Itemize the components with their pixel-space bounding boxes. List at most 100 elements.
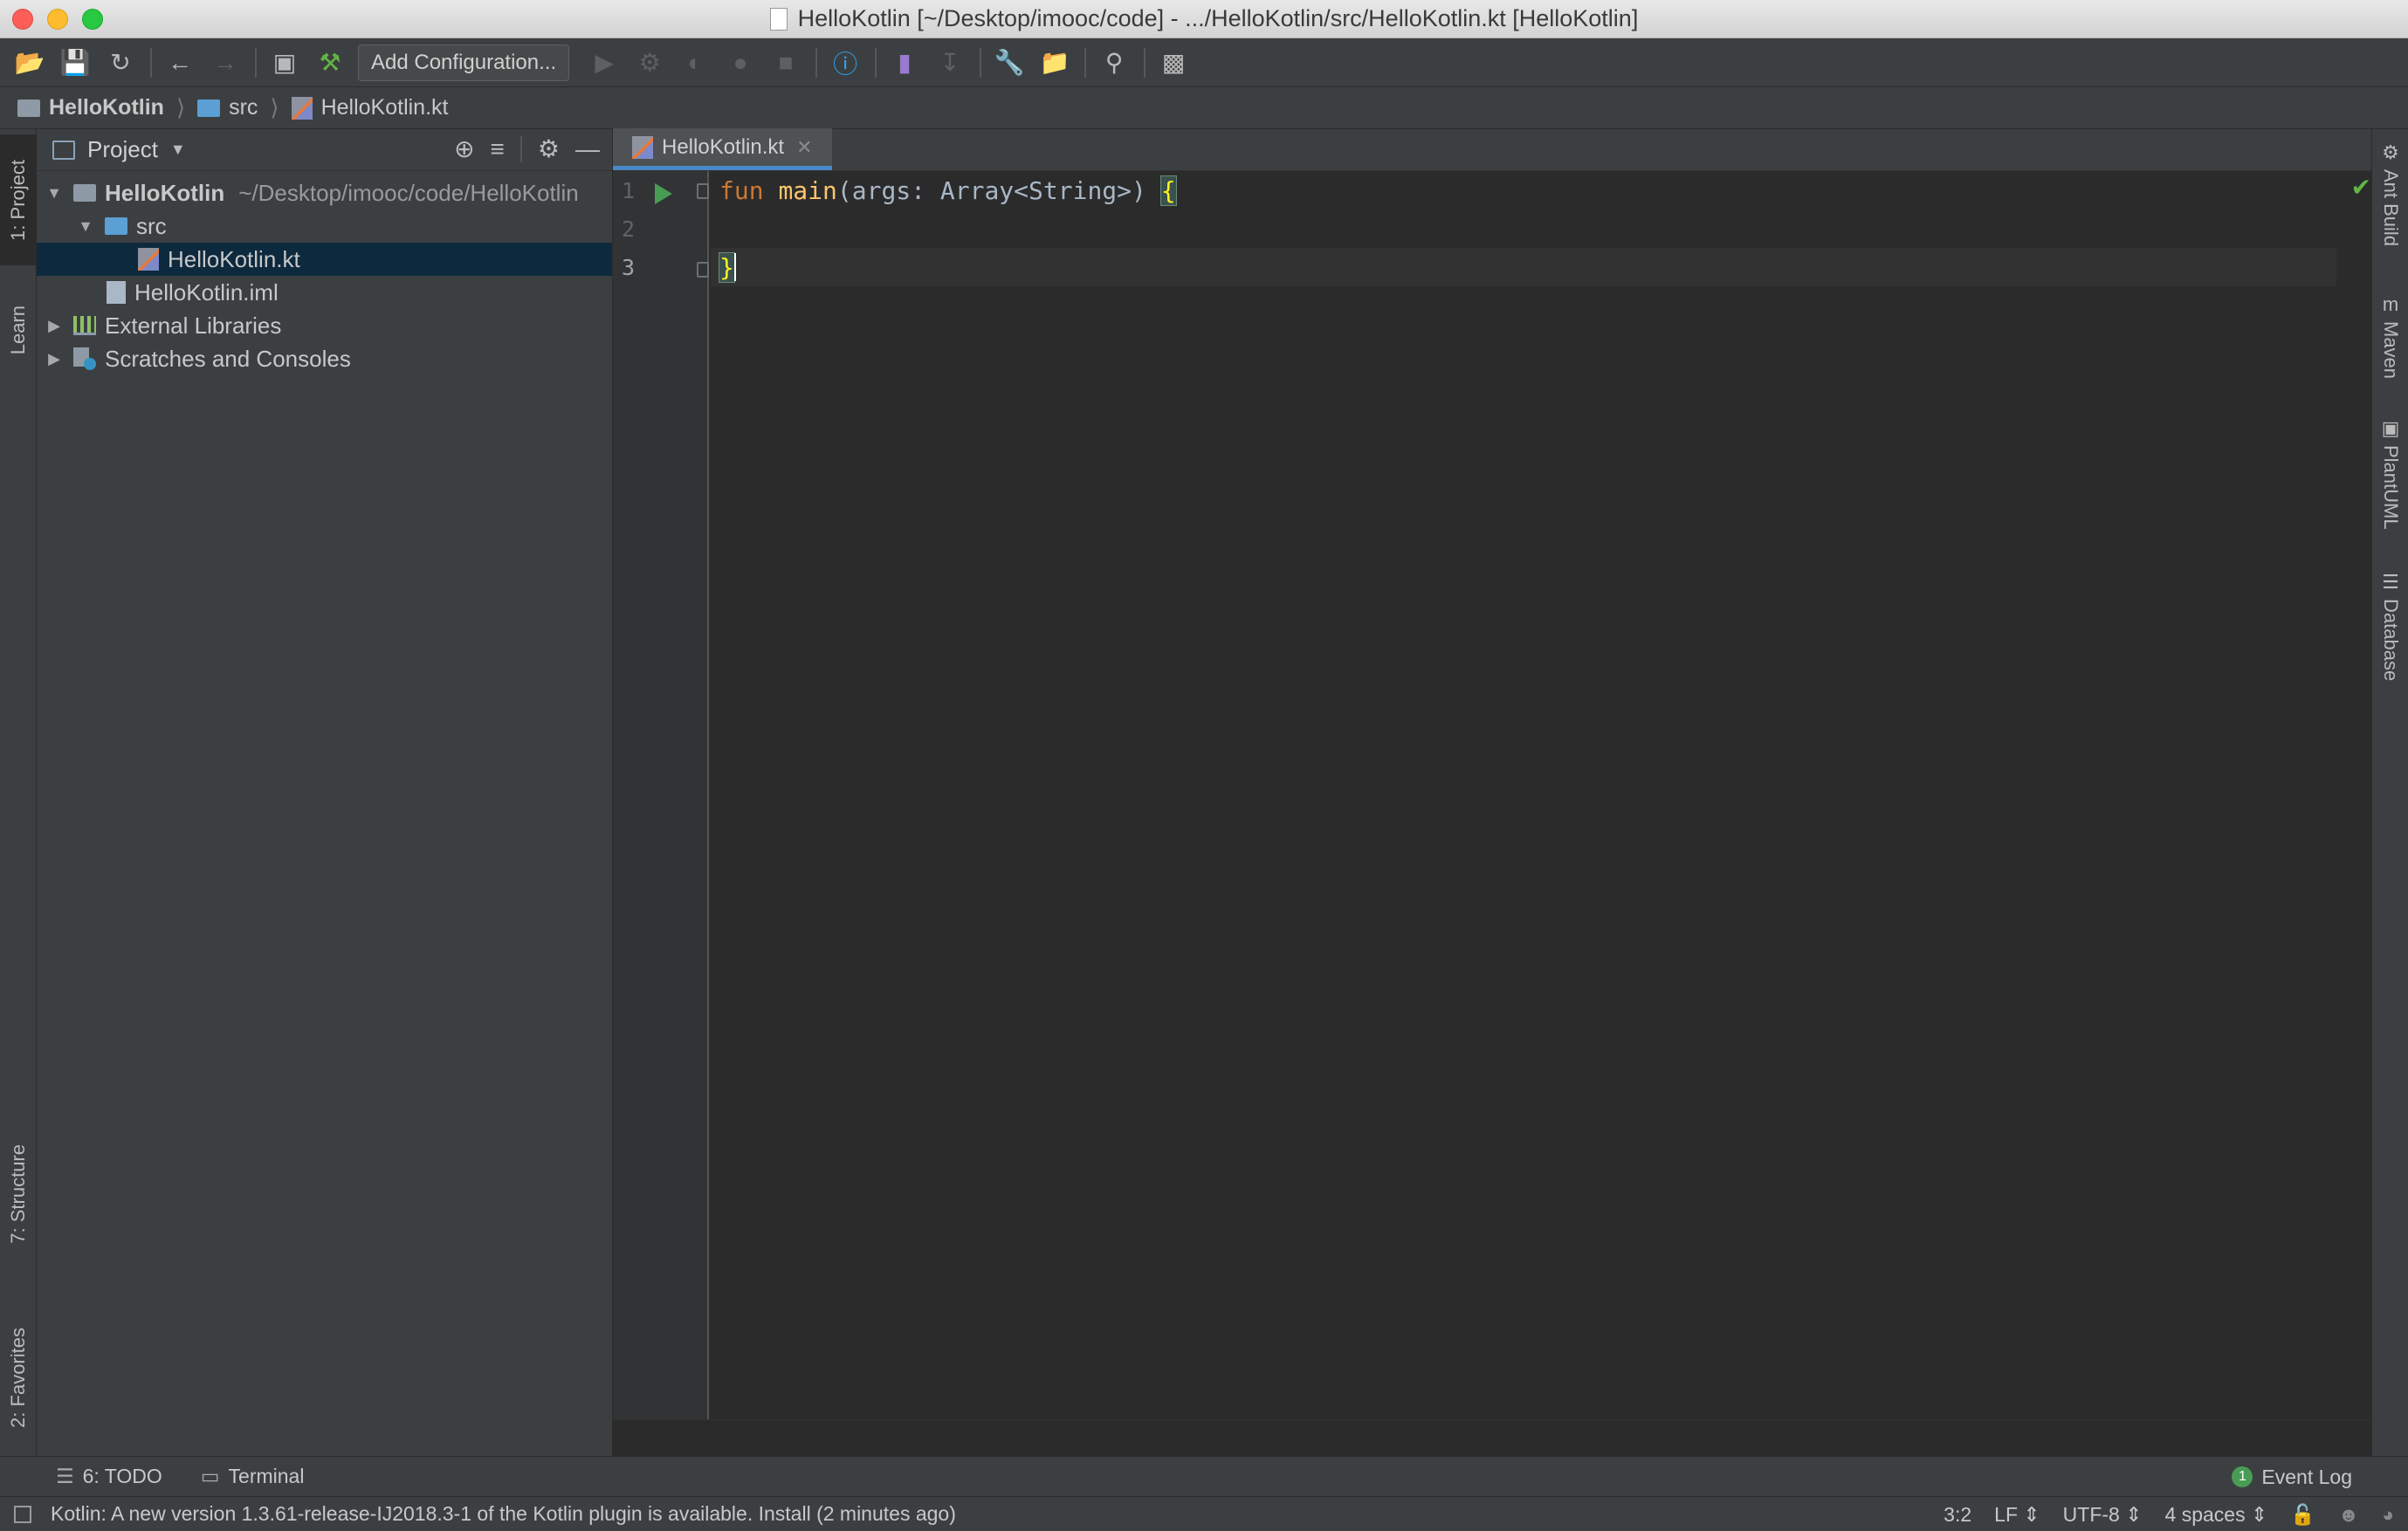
forward-icon[interactable]: → <box>208 45 243 80</box>
toolbar-separator <box>150 47 152 78</box>
expand-arrow-icon[interactable]: ▶ <box>45 317 63 335</box>
code-line-current[interactable]: } <box>711 248 2336 286</box>
open-folder-icon[interactable]: 📂 <box>12 45 47 80</box>
stop-icon[interactable]: ■ <box>768 45 803 80</box>
settings-wrench-icon[interactable]: 🔧 <box>992 45 1027 80</box>
status-message[interactable]: Kotlin: A new version 1.3.61-release-IJ2… <box>51 1502 956 1526</box>
tool-separator <box>519 135 522 162</box>
locate-file-icon[interactable]: ⊕ <box>454 134 474 163</box>
encoding-widget[interactable]: UTF-8 ⇕ <box>2063 1503 2143 1527</box>
back-icon[interactable]: ← <box>162 45 197 80</box>
download-icon[interactable]: ↧ <box>932 45 967 80</box>
lock-icon[interactable]: 🔓 <box>2290 1503 2315 1527</box>
tab-favorites[interactable]: 2: Favorites <box>0 1299 37 1456</box>
list-icon: ☰ <box>56 1465 74 1487</box>
tree-item-scratches[interactable]: ▶ Scratches and Consoles <box>37 342 612 375</box>
indent-widget[interactable]: 4 spaces ⇕ <box>2165 1503 2268 1527</box>
scratches-icon <box>73 347 96 370</box>
zoom-window-button[interactable] <box>82 9 103 30</box>
minimize-window-button[interactable] <box>47 9 68 30</box>
project-structure-icon[interactable]: ▣ <box>267 45 302 80</box>
tab-learn[interactable]: Learn <box>0 286 37 374</box>
collapse-all-icon[interactable]: ≡ <box>491 135 505 163</box>
tree-item-hellokotlin[interactable]: ▼ HelloKotlin ~/Desktop/imooc/code/Hello… <box>37 176 612 209</box>
bookmark-icon[interactable]: ▮ <box>887 45 922 80</box>
caret-position[interactable]: 3:2 <box>1944 1503 1971 1527</box>
editor-tabs: HelloKotlin.kt ✕ <box>613 128 2371 171</box>
search-icon[interactable]: ⚲ <box>1097 45 1132 80</box>
kotlin-file-icon <box>291 96 313 120</box>
debug-icon[interactable]: ⚙ <box>632 45 667 80</box>
code-content[interactable]: fun main (args: Array<String>) { } <box>711 171 2336 286</box>
run-icon[interactable]: ▶ <box>587 45 622 80</box>
tab-maven[interactable]: m Maven <box>2372 293 2408 379</box>
project-tree: ▼ HelloKotlin ~/Desktop/imooc/code/Hello… <box>37 171 612 375</box>
tab-ant-build[interactable]: ⚙ Ant Build <box>2372 141 2408 246</box>
breadcrumb-project[interactable]: HelloKotlin <box>17 95 164 120</box>
run-gutter-icon[interactable] <box>655 183 672 204</box>
project-view-icon <box>52 140 75 160</box>
gear-icon[interactable]: ⚙ <box>538 134 560 163</box>
expand-arrow-icon[interactable]: ▼ <box>45 184 63 203</box>
right-tool-strip: ⚙ Ant Build m Maven ▣ PlantUML ☰ Databas… <box>2371 129 2408 1456</box>
check-mark-icon: ✔ <box>2350 174 2371 201</box>
expand-arrow-icon[interactable]: ▶ <box>45 350 63 368</box>
chevron-down-icon[interactable]: ▼ <box>170 141 186 159</box>
kotlin-file-icon <box>138 248 159 271</box>
project-view-selector[interactable]: Project <box>87 136 158 163</box>
editor-tab-hellokotlin-kt[interactable]: HelloKotlin.kt ✕ <box>613 128 832 170</box>
tab-database[interactable]: ☰ Database <box>2372 571 2408 681</box>
build-hammer-icon[interactable]: ⚒ <box>313 45 347 80</box>
close-window-button[interactable] <box>12 9 33 30</box>
tab-structure[interactable]: 7: Structure <box>0 1124 37 1264</box>
tab-event-log[interactable]: 1 Event Log <box>2232 1457 2352 1497</box>
toggle-tool-windows-icon[interactable] <box>14 1505 31 1523</box>
toolbar-separator <box>1144 47 1146 78</box>
project-panel-tools: ⊕ ≡ ⚙ — <box>454 134 600 163</box>
project-folder-icon[interactable]: 📁 <box>1037 45 1072 80</box>
tab-project[interactable]: 1: Project <box>0 134 37 265</box>
line-separator-widget[interactable]: LF ⇕ <box>1994 1503 2040 1527</box>
tree-item-src[interactable]: ▼ src <box>37 209 612 243</box>
database-icon: ☰ <box>2382 571 2399 593</box>
toolbar-separator <box>1084 47 1087 78</box>
breadcrumb-file[interactable]: HelloKotlin.kt <box>291 95 448 120</box>
horizontal-scrollbar[interactable] <box>613 1419 2371 1456</box>
tab-todo[interactable]: ☰ 6: TODO <box>56 1465 162 1488</box>
bottom-tool-strip: ☰ 6: TODO ▭ Terminal 1 Event Log <box>0 1456 2408 1496</box>
hide-panel-icon[interactable]: — <box>575 135 600 163</box>
kotlin-file-icon <box>632 135 653 159</box>
close-icon[interactable]: ✕ <box>796 136 812 159</box>
breadcrumb-separator: ⟩ <box>270 94 279 120</box>
add-configuration-button[interactable]: Add Configuration... <box>358 44 570 81</box>
tree-item-external-libraries[interactable]: ▶ External Libraries <box>37 309 612 342</box>
code-line[interactable]: fun main (args: Array<String>) { <box>719 171 2336 209</box>
project-folder-icon <box>17 99 40 117</box>
window-title: HelloKotlin [~/Desktop/imooc/code] - ...… <box>797 5 1639 31</box>
presentation-icon[interactable]: ▩ <box>1156 45 1191 80</box>
tree-item-hellokotlin-kt[interactable]: HelloKotlin.kt <box>37 243 612 276</box>
fold-marker-icon[interactable] <box>697 262 709 278</box>
project-panel-header: Project ▼ ⊕ ≡ ⚙ — <box>37 129 612 171</box>
inspector-icon[interactable]: ☻ <box>2338 1503 2359 1527</box>
editor-gutter[interactable]: 1 2 3 <box>613 171 709 1419</box>
editor-area: HelloKotlin.kt ✕ 1 2 3 fun main (args: Ar… <box>613 128 2371 1456</box>
maven-icon: m <box>2382 293 2399 315</box>
tab-terminal[interactable]: ▭ Terminal <box>201 1465 305 1488</box>
fold-marker-icon[interactable] <box>697 183 709 199</box>
memory-icon[interactable]: ◕ <box>2382 1503 2394 1527</box>
synchronize-icon[interactable]: ↻ <box>103 45 138 80</box>
help-icon[interactable]: ⓘ <box>828 45 863 80</box>
tree-item-hellokotlin-iml[interactable]: HelloKotlin.iml <box>37 276 612 309</box>
expand-arrow-icon[interactable]: ▼ <box>77 217 94 236</box>
ant-icon: ⚙ <box>2382 141 2399 163</box>
tab-plantuml[interactable]: ▣ PlantUML <box>2372 417 2408 530</box>
save-all-icon[interactable]: 💾 <box>58 45 93 80</box>
profile-icon[interactable]: ● <box>723 45 758 80</box>
code-line[interactable] <box>719 209 2336 248</box>
folder-icon <box>197 99 221 117</box>
run-with-coverage-icon[interactable]: ◐ <box>678 45 712 80</box>
toolbar-separator <box>875 47 877 78</box>
project-panel: Project ▼ ⊕ ≡ ⚙ — ▼ HelloKotlin ~/Deskto… <box>37 129 613 1456</box>
breadcrumb-src[interactable]: src <box>197 95 258 120</box>
